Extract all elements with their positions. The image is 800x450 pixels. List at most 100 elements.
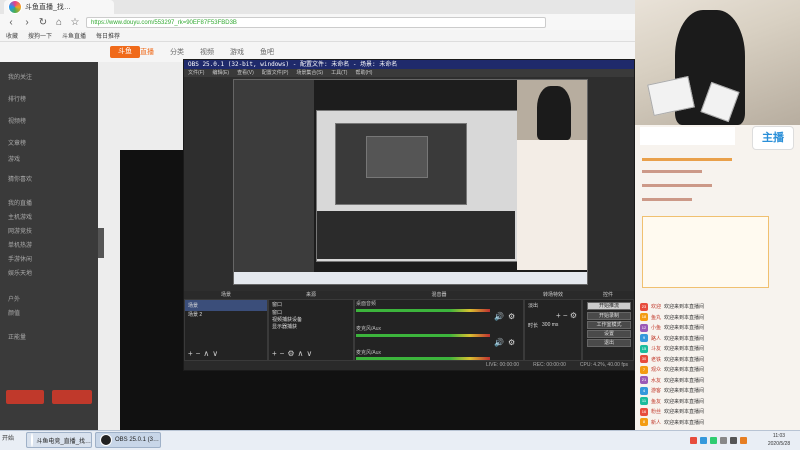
chat-badge[interactable]: 主播 bbox=[752, 126, 794, 150]
topnav-item[interactable]: 视频 bbox=[200, 47, 214, 57]
chat-username[interactable]: 路人 bbox=[651, 335, 661, 342]
bookmarks-bar: 收藏 搜狗一下 斗鱼直播 每日推荐 bbox=[0, 30, 635, 42]
chat-message: 23 欢迎 欢迎来到本直播间 bbox=[640, 302, 800, 311]
volume-icon[interactable] bbox=[730, 437, 737, 444]
chat-username[interactable]: 老铁 bbox=[651, 356, 661, 363]
scene-item[interactable]: 场景 2 bbox=[185, 311, 267, 318]
sidebar-collapse-handle[interactable] bbox=[98, 228, 104, 258]
sidebar-red-button[interactable] bbox=[6, 390, 44, 404]
chat-username[interactable]: 斗友 bbox=[651, 345, 661, 352]
start-recording-button[interactable]: 开始录制 bbox=[587, 312, 631, 320]
topnav-item[interactable]: 分类 bbox=[170, 47, 184, 57]
speaker-icon[interactable]: 🔊 bbox=[494, 312, 504, 321]
scene-item[interactable]: 场景 bbox=[185, 300, 267, 311]
tray-icon[interactable] bbox=[690, 437, 697, 444]
sidebar-item[interactable]: 网游竞技 bbox=[8, 226, 32, 235]
sidebar-item[interactable]: 单机热游 bbox=[8, 240, 32, 249]
sidebar-item[interactable]: 猜你喜欢 bbox=[8, 174, 32, 183]
reload-icon[interactable]: ↻ bbox=[38, 17, 48, 28]
tray-icon[interactable] bbox=[740, 437, 747, 444]
speaker-icon[interactable]: 🔊 bbox=[494, 338, 504, 347]
sidebar-item[interactable]: 我的关注 bbox=[8, 72, 32, 81]
chat-notice-line bbox=[642, 184, 712, 187]
chat-username[interactable]: 游客 bbox=[651, 387, 661, 394]
transition-select[interactable]: 淡出 bbox=[525, 300, 581, 311]
browser-tab[interactable]: 斗鱼直播_找… bbox=[4, 0, 114, 14]
topnav-item[interactable]: 游戏 bbox=[230, 47, 244, 57]
tray-icon[interactable] bbox=[700, 437, 707, 444]
source-item[interactable]: 视频捕获设备 bbox=[269, 316, 353, 323]
obs-menu-item[interactable]: 帮助(H) bbox=[355, 69, 372, 77]
obs-menu-item[interactable]: 文件(F) bbox=[188, 69, 204, 77]
chat-message: 7 观众 欢迎来到本直播间 bbox=[640, 365, 800, 374]
sidebar-item[interactable]: 娱乐天地 bbox=[8, 268, 32, 277]
transition-buttons[interactable]: + − ⚙ bbox=[525, 311, 581, 320]
chat-username[interactable]: 新人 bbox=[651, 419, 661, 426]
scenes-header: 场景 bbox=[220, 292, 231, 298]
sidebar-item[interactable]: 游戏 bbox=[8, 154, 20, 163]
taskbar-item-label: 斗鱼电竞_直播_找… bbox=[36, 438, 91, 445]
chat-username[interactable]: 水友 bbox=[651, 377, 661, 384]
obs-preview[interactable] bbox=[233, 79, 588, 285]
chat-username[interactable]: 欢迎 bbox=[651, 303, 661, 310]
sidebar-item[interactable]: 视频榜 bbox=[8, 116, 26, 125]
obs-menu-item[interactable]: 编辑(E) bbox=[212, 69, 229, 77]
settings-button[interactable]: 设置 bbox=[587, 330, 631, 338]
taskbar-item-obs[interactable]: OBS 25.0.1 (3… bbox=[95, 432, 161, 448]
obs-menu-item[interactable]: 配置文件(P) bbox=[262, 69, 289, 77]
start-streaming-button[interactable]: 开始推流 bbox=[587, 302, 631, 310]
chat-level-badge: 18 bbox=[640, 313, 648, 321]
bookmark-item[interactable]: 斗鱼直播 bbox=[62, 31, 86, 40]
sidebar-red-button[interactable] bbox=[52, 390, 92, 404]
source-item[interactable]: 窗口 bbox=[269, 309, 353, 316]
scene-buttons[interactable]: +−∧∨ bbox=[188, 349, 221, 358]
sidebar-item[interactable]: 颜值 bbox=[8, 308, 20, 317]
left-sidebar: 我的关注 排行榜 视频榜 文章榜 游戏 猜你喜欢 我的直播 主机游戏 网游竞技 … bbox=[0, 62, 98, 430]
chat-message: 9 路人 欢迎来到本直播间 bbox=[640, 334, 800, 343]
obs-titlebar[interactable]: OBS 25.0.1 (32-bit, windows) - 配置文件: 未命名… bbox=[184, 60, 634, 69]
cpu-status: CPU: 4.2%, 40.00 fps bbox=[579, 362, 628, 368]
sidebar-item[interactable]: 手游休闲 bbox=[8, 254, 32, 263]
chat-username[interactable]: 粉丝 bbox=[651, 408, 661, 415]
source-buttons[interactable]: +−⚙∧∨ bbox=[272, 349, 315, 358]
source-item[interactable]: 窗口 bbox=[269, 300, 353, 309]
sidebar-item[interactable]: 户外 bbox=[8, 294, 20, 303]
bookmark-item[interactable]: 收藏 bbox=[6, 31, 18, 40]
home-icon[interactable]: ⌂ bbox=[54, 17, 64, 28]
taskbar-item-browser[interactable]: 斗鱼电竞_直播_找… bbox=[26, 432, 92, 448]
site-logo[interactable]: 斗鱼 bbox=[110, 46, 140, 58]
sidebar-item[interactable]: 正能量 bbox=[8, 332, 26, 341]
start-button[interactable]: 开始 bbox=[2, 433, 22, 447]
chat-username[interactable]: 观众 bbox=[651, 366, 661, 373]
obs-menu-item[interactable]: 工具(T) bbox=[331, 69, 347, 77]
exit-button[interactable]: 退出 bbox=[587, 339, 631, 347]
bookmark-item[interactable]: 搜狗一下 bbox=[28, 31, 52, 40]
sidebar-item[interactable]: 主机游戏 bbox=[8, 212, 32, 221]
chat-username[interactable]: 小鱼 bbox=[651, 324, 661, 331]
network-icon[interactable] bbox=[720, 437, 727, 444]
scenes-panel: 场景 场景 2 +−∧∨ bbox=[184, 299, 268, 361]
star-icon[interactable]: ☆ bbox=[70, 17, 80, 28]
forward-icon[interactable]: › bbox=[22, 17, 32, 28]
sidebar-item[interactable]: 我的直播 bbox=[8, 198, 32, 207]
studio-mode-button[interactable]: 工作室模式 bbox=[587, 321, 631, 329]
browser-tab-title: 斗鱼直播_找… bbox=[25, 4, 71, 11]
sidebar-item[interactable]: 文章榜 bbox=[8, 138, 26, 147]
taskbar-clock[interactable]: 11:03 2020/5/28 bbox=[760, 432, 798, 448]
gear-icon[interactable]: ⚙ bbox=[508, 312, 515, 321]
back-icon[interactable]: ‹ bbox=[6, 17, 16, 28]
address-bar[interactable]: https://www.douyu.com/553297_rk=90EF87F5… bbox=[86, 16, 546, 28]
obs-menu-item[interactable]: 场景集合(S) bbox=[296, 69, 323, 77]
source-item[interactable]: 显示器捕获 bbox=[269, 323, 353, 330]
bookmark-item[interactable]: 每日推荐 bbox=[96, 31, 120, 40]
sidebar-item[interactable]: 排行榜 bbox=[8, 94, 26, 103]
obs-menu-item[interactable]: 查看(V) bbox=[237, 69, 254, 77]
topnav-item[interactable]: 直播 bbox=[140, 47, 154, 57]
chat-message: 12 小鱼 欢迎来到本直播间 bbox=[640, 323, 800, 332]
duration-input[interactable]: 300 ms bbox=[542, 322, 558, 329]
chat-username[interactable]: 鱼友 bbox=[651, 398, 661, 405]
chat-username[interactable]: 鱼丸 bbox=[651, 314, 661, 321]
tray-icon[interactable] bbox=[710, 437, 717, 444]
topnav-item[interactable]: 鱼吧 bbox=[260, 47, 274, 57]
gear-icon[interactable]: ⚙ bbox=[508, 338, 515, 347]
